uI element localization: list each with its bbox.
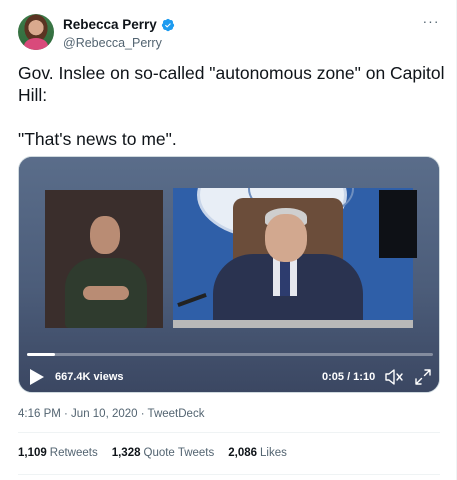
- avatar-shirt: [24, 38, 48, 50]
- retweets-count: 1,109: [18, 447, 47, 459]
- muted-speaker-icon[interactable]: [385, 369, 403, 385]
- interpreter-hands: [83, 286, 129, 300]
- video-time: 0:05 / 1:10: [322, 371, 376, 383]
- tweet-timestamp[interactable]: 4:16 PM · Jun 10, 2020 · TweetDeck: [18, 408, 204, 420]
- quote-tweets-count: 1,328: [111, 447, 141, 459]
- retweets-label: Retweets: [49, 447, 98, 459]
- author-display-name[interactable]: Rebecca Perry: [63, 16, 157, 33]
- speaker-head: [265, 214, 307, 262]
- fullscreen-icon[interactable]: [415, 369, 431, 385]
- desk: [173, 320, 413, 328]
- play-icon[interactable]: [29, 368, 45, 386]
- speaker-tie: [280, 260, 290, 296]
- video-controls: 667.4K views 0:05 / 1:10: [19, 363, 439, 391]
- verified-badge-icon: [161, 18, 174, 31]
- author-name-row[interactable]: Rebecca Perry: [63, 16, 175, 33]
- more-options-icon[interactable]: ···: [419, 14, 443, 34]
- retweets-stat[interactable]: 1,109 Retweets: [18, 447, 98, 459]
- video-side-panel: [379, 190, 417, 258]
- tweet-text: Gov. Inslee on so-called "autonomous zon…: [18, 63, 445, 149]
- tweet-header: Rebecca Perry @Rebecca_Perry ···: [18, 14, 443, 52]
- likes-stat[interactable]: 2,086 Likes: [228, 447, 287, 459]
- tweet-card: Rebecca Perry @Rebecca_Perry ··· Gov. In…: [0, 0, 457, 480]
- tweet-stats: 1,109 Retweets 1,328 Quote Tweets 2,086 Lik…: [18, 447, 287, 459]
- likes-label: Likes: [260, 447, 287, 459]
- divider-top: [18, 432, 440, 433]
- author-block: Rebecca Perry @Rebecca_Perry: [63, 16, 175, 51]
- microphones: [177, 292, 207, 308]
- video-interpreter-panel: [45, 190, 163, 328]
- likes-count: 2,086: [228, 447, 258, 459]
- quote-tweets-stat[interactable]: 1,328 Quote Tweets: [112, 447, 215, 459]
- avatar[interactable]: [18, 14, 54, 50]
- quote-tweets-label: Quote Tweets: [143, 447, 215, 459]
- video-main-scene: [173, 188, 413, 328]
- author-handle[interactable]: @Rebecca_Perry: [63, 35, 175, 51]
- video-progress-bar[interactable]: [27, 353, 433, 356]
- video-views: 667.4K views: [55, 371, 124, 383]
- divider-bottom: [18, 474, 440, 475]
- interpreter-head: [90, 216, 120, 254]
- video-player[interactable]: 667.4K views 0:05 / 1:10: [18, 156, 440, 393]
- video-progress-fill: [27, 353, 56, 356]
